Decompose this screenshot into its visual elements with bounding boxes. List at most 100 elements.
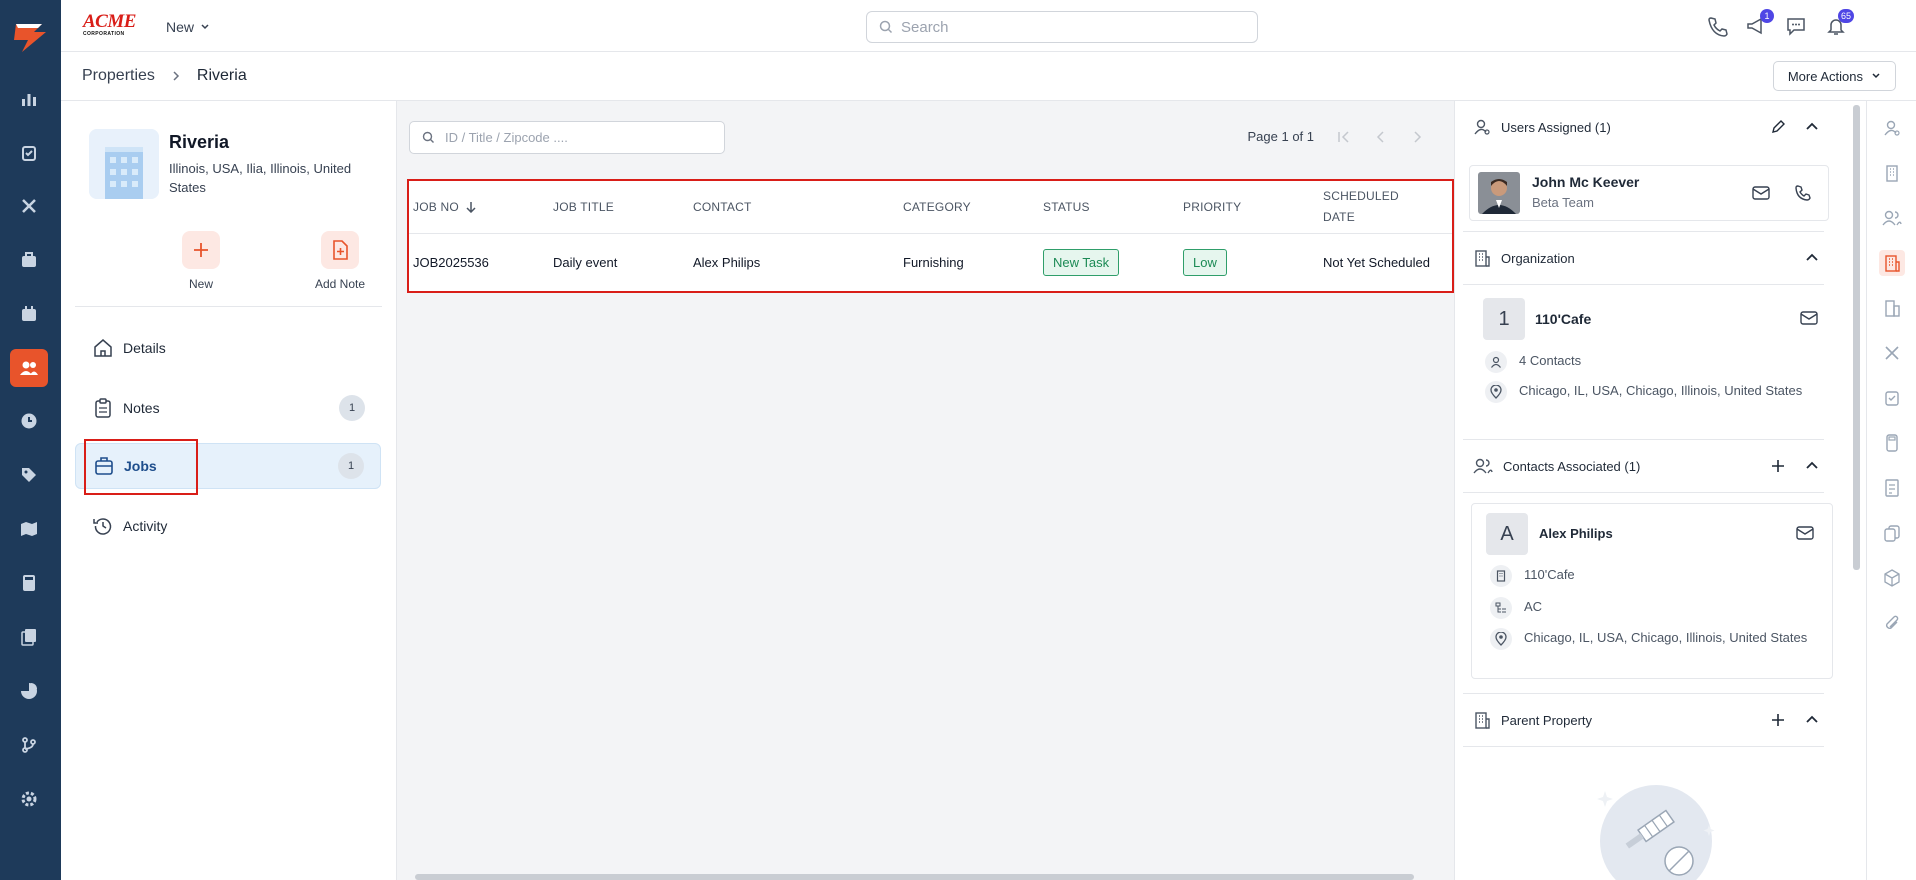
reports-pie-icon[interactable] xyxy=(10,672,48,710)
contact-type-text: AC xyxy=(1524,599,1543,614)
copy-rail-icon[interactable] xyxy=(1879,520,1905,546)
sidebar-item-label: Details xyxy=(123,340,166,356)
attachment-rail-icon[interactable] xyxy=(1879,610,1905,636)
settings-gear-icon[interactable] xyxy=(10,780,48,818)
sidebar-item-activity[interactable]: Activity xyxy=(75,503,381,549)
building-icon xyxy=(1475,250,1490,267)
clipboard-icon xyxy=(95,398,111,418)
sidebar-item-notes[interactable]: Notes 1 xyxy=(75,385,381,431)
associated-contact-card[interactable]: A Alex Philips 110'Cafe AC Chicago, IL, … xyxy=(1471,503,1833,679)
plus-icon xyxy=(182,231,220,269)
tasks-rail-icon[interactable] xyxy=(1879,385,1905,411)
breadcrumb-current: Riveria xyxy=(196,67,247,84)
brand-logo[interactable]: ACME CORPORATION xyxy=(83,12,145,39)
invoice-rail-icon[interactable] xyxy=(1879,475,1905,501)
assigned-user-card[interactable]: John Mc Keever Beta Team xyxy=(1469,165,1829,221)
mail-icon[interactable] xyxy=(1796,526,1814,540)
organization-address: Chicago, IL, USA, Chicago, Illinois, Uni… xyxy=(1485,381,1815,403)
new-dropdown[interactable]: New xyxy=(166,19,210,35)
search-icon xyxy=(422,131,434,143)
organization-initial: 1 xyxy=(1498,307,1510,330)
workflow-icon[interactable] xyxy=(10,726,48,764)
organization-contacts: 4 Contacts xyxy=(1485,351,1581,373)
jobs-highlight-box xyxy=(84,439,198,495)
jobs-search-input[interactable]: ID / Title / Zipcode .... xyxy=(409,121,725,154)
first-page-icon[interactable] xyxy=(1336,130,1352,144)
empty-state-satellite-illustration xyxy=(1591,771,1721,880)
notification-bell-icon[interactable]: 65 xyxy=(1824,9,1854,38)
chat-icon[interactable] xyxy=(1784,14,1808,38)
horizontal-scrollbar[interactable] xyxy=(415,874,1414,880)
add-note-label: Add Note xyxy=(314,277,366,291)
phone-call-icon[interactable] xyxy=(1705,14,1729,38)
tools-icon[interactable] xyxy=(10,187,48,225)
property-building-image xyxy=(89,129,159,199)
phone-icon[interactable] xyxy=(1794,184,1812,202)
chevron-right-icon xyxy=(173,71,179,81)
dashboard-icon[interactable] xyxy=(10,80,48,118)
sidebar-item-details[interactable]: Details xyxy=(75,325,381,371)
parent-property-header: Parent Property xyxy=(1455,694,1847,746)
calculator-rail-icon[interactable] xyxy=(1879,430,1905,456)
plus-icon[interactable] xyxy=(1771,459,1785,473)
pagination: Page 1 of 1 xyxy=(1248,129,1425,144)
breadcrumb-bar: Properties Riveria More Actions xyxy=(61,53,1916,101)
breadcrumb-properties-link[interactable]: Properties xyxy=(82,67,155,85)
mail-icon[interactable] xyxy=(1752,186,1770,200)
property-rail-icon[interactable] xyxy=(1879,250,1905,276)
user-settings-rail-icon[interactable] xyxy=(1879,115,1905,141)
edit-pencil-icon[interactable] xyxy=(1771,120,1785,134)
contacts-rail-icon[interactable] xyxy=(1879,205,1905,231)
organization-name[interactable]: 110'Cafe xyxy=(1535,311,1591,327)
brand-name: ACME xyxy=(83,11,136,32)
organization-title: Organization xyxy=(1501,250,1575,266)
next-page-icon[interactable] xyxy=(1410,130,1424,144)
users-assigned-title: Users Assigned (1) xyxy=(1501,119,1611,135)
tools-rail-icon[interactable] xyxy=(1879,340,1905,366)
page-info: Page 1 of 1 xyxy=(1247,129,1315,144)
table-highlight-box xyxy=(407,179,1454,293)
jobs-search-placeholder: ID / Title / Zipcode .... xyxy=(445,130,568,145)
assigned-user-photo xyxy=(1478,172,1520,214)
chevron-up-icon[interactable] xyxy=(1805,459,1819,473)
clock-icon[interactable] xyxy=(10,402,48,440)
global-search-input[interactable]: Search xyxy=(866,11,1258,43)
documents-icon[interactable] xyxy=(10,618,48,656)
contacts-group-icon xyxy=(1473,458,1493,474)
app-logo-icon[interactable] xyxy=(12,18,48,56)
details-panel: Users Assigned (1) John Mc Keever Beta T… xyxy=(1454,101,1846,880)
contact-name: Alex Philips xyxy=(1539,526,1613,541)
new-action-button[interactable]: New xyxy=(156,231,246,291)
mail-icon[interactable] xyxy=(1800,311,1818,325)
prev-page-icon[interactable] xyxy=(1374,130,1388,144)
calendar-icon[interactable] xyxy=(10,295,48,333)
tasks-icon[interactable] xyxy=(10,134,48,172)
chevron-up-icon[interactable] xyxy=(1805,120,1819,134)
search-icon xyxy=(879,20,893,34)
building-icon xyxy=(1490,565,1512,587)
jobs-panel: ID / Title / Zipcode .... Page 1 of 1 JO… xyxy=(397,101,1454,880)
tag-icon[interactable] xyxy=(10,456,48,494)
assigned-user-name: John Mc Keever xyxy=(1532,174,1640,190)
person-icon xyxy=(1485,351,1507,373)
add-note-button[interactable]: Add Note xyxy=(295,231,385,291)
main-nav xyxy=(0,0,61,880)
chevron-up-icon[interactable] xyxy=(1805,251,1819,265)
megaphone-icon[interactable]: 1 xyxy=(1744,9,1774,38)
contacts-nav-icon[interactable] xyxy=(10,349,48,387)
new-action-label: New xyxy=(188,277,213,291)
map-icon[interactable] xyxy=(10,510,48,548)
buildings-rail-icon[interactable] xyxy=(1879,295,1905,321)
vertical-scrollbar[interactable] xyxy=(1853,105,1860,570)
contact-address-text: Chicago, IL, USA, Chicago, Illinois, Uni… xyxy=(1524,630,1808,645)
building-rail-icon[interactable] xyxy=(1879,160,1905,186)
chevron-up-icon[interactable] xyxy=(1805,713,1819,727)
section-divider xyxy=(1463,746,1824,747)
plus-icon[interactable] xyxy=(1771,713,1785,727)
more-actions-button[interactable]: More Actions xyxy=(1772,61,1896,91)
hierarchy-icon xyxy=(1490,597,1512,619)
assigned-user-team: Beta Team xyxy=(1532,195,1594,210)
briefcase-nav-icon[interactable] xyxy=(10,241,48,279)
box-rail-icon[interactable] xyxy=(1879,565,1905,591)
calculator-icon[interactable] xyxy=(10,564,48,602)
